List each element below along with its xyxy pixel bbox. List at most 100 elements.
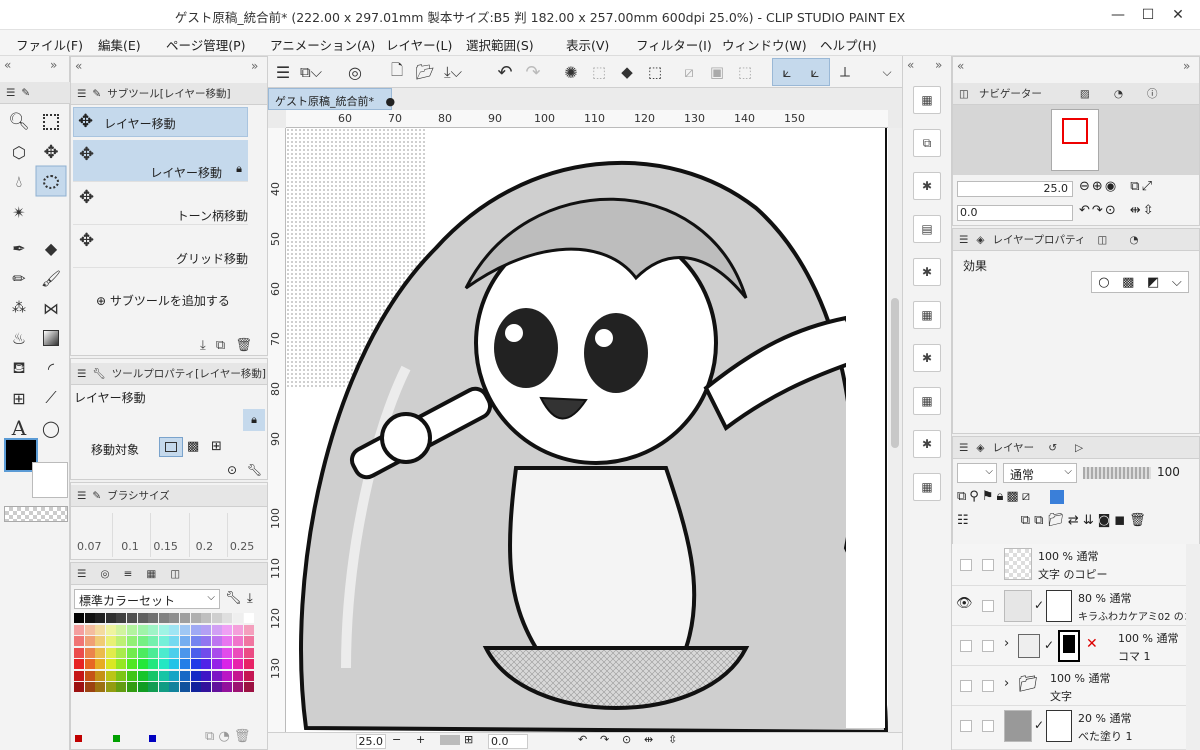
color-swatch[interactable] — [127, 647, 137, 658]
new-folder-icon[interactable]: 📁︎ — [1047, 513, 1068, 528]
color-swatch[interactable] — [190, 659, 201, 669]
color-swatch[interactable] — [116, 636, 127, 646]
color-swatch[interactable] — [116, 682, 127, 692]
menu-help[interactable]: ヘルプ(H) — [820, 35, 877, 54]
brush-size-item[interactable]: 0.25 — [228, 513, 265, 557]
color-swatch[interactable] — [95, 636, 106, 646]
dock-item-material-icon[interactable]: ▦ — [913, 473, 941, 501]
color-swatch[interactable] — [169, 624, 180, 635]
color-swatch[interactable] — [233, 659, 243, 669]
ribbon-icon[interactable]: ⋈ — [36, 294, 66, 322]
color-swatch[interactable] — [105, 659, 116, 669]
color-swatch[interactable] — [137, 647, 148, 658]
color-swatch[interactable] — [180, 682, 190, 692]
menu-lines-icon[interactable]: ☰ — [6, 87, 15, 99]
color-swatch[interactable] — [233, 624, 243, 635]
layer-row[interactable]: › 📁︎ 100 % 通常 文字 — [952, 666, 1200, 706]
dock-item-material-icon[interactable]: ▦ — [913, 86, 941, 114]
fill-selection-icon[interactable]: ◆ — [612, 58, 642, 86]
color-swatch[interactable] — [95, 659, 106, 669]
color-swatch[interactable] — [116, 659, 127, 669]
color-swatch[interactable] — [148, 636, 159, 646]
tool-property-tab[interactable]: ☰ 🔧︎ ツールプロパティ[レイヤー移動] — [71, 363, 267, 385]
menu-lines-icon[interactable]: ☰ — [77, 568, 86, 580]
flip-vertical-icon[interactable]: ⇳ — [1143, 203, 1156, 218]
color-swatch[interactable] — [243, 682, 254, 692]
dock-item-material-icon[interactable]: ⧉ — [913, 129, 941, 157]
transparent-color-swatch[interactable] — [4, 506, 68, 522]
color-swatch[interactable] — [105, 647, 116, 658]
color-swatch[interactable] — [222, 624, 233, 635]
color-swatch[interactable] — [148, 624, 159, 635]
fill-icon[interactable]: ◔ — [218, 729, 229, 744]
color-swatch[interactable] — [233, 670, 243, 681]
color-swatch[interactable] — [180, 624, 190, 635]
layers-tab-label[interactable]: レイヤー — [993, 440, 1035, 455]
color-swatch[interactable] — [74, 682, 84, 692]
color-swatch[interactable] — [95, 613, 106, 623]
color-swatch[interactable] — [127, 659, 137, 669]
collapse-right-icon[interactable]: » — [935, 58, 942, 72]
brush-size-item[interactable]: 0.1 — [113, 513, 152, 557]
lock-toggle[interactable] — [982, 640, 994, 652]
color-swatch[interactable] — [201, 682, 212, 692]
dock-item-material-icon[interactable]: ✱ — [913, 258, 941, 286]
color-swatch[interactable] — [84, 647, 95, 658]
color-swatch[interactable] — [169, 670, 180, 681]
color-swatch[interactable] — [169, 647, 180, 658]
color-swatch-grid[interactable] — [74, 613, 254, 695]
brush-icon[interactable]: 🖌︎ — [36, 264, 66, 292]
pencil-icon[interactable]: ✏ — [4, 264, 34, 292]
show-selection-icon[interactable]: ⬚ — [730, 58, 760, 86]
menu-animation[interactable]: アニメーション(A) — [270, 35, 375, 54]
color-wheel-tab-icon[interactable]: ◎ — [100, 568, 109, 580]
undo-icon[interactable]: ↶ — [490, 58, 520, 86]
collapse-left-icon[interactable]: « — [957, 59, 964, 73]
trash-icon[interactable]: 🗑︎ — [235, 338, 252, 353]
color-swatch[interactable] — [105, 624, 116, 635]
visibility-toggle[interactable] — [960, 680, 972, 692]
color-swatch[interactable] — [190, 670, 201, 681]
color-swatch[interactable] — [158, 624, 169, 635]
move-layer-icon[interactable]: ✥ — [36, 138, 66, 166]
color-swatch[interactable] — [84, 670, 95, 681]
layer-property-tab-label[interactable]: レイヤープロパティ — [993, 232, 1086, 247]
zoom-in-icon[interactable]: + — [416, 733, 425, 746]
close-icon[interactable]: ✕ — [1166, 4, 1190, 26]
color-swatch[interactable] — [169, 636, 180, 646]
color-swatch[interactable] — [190, 647, 201, 658]
merge-icon[interactable]: ⇊ — [1083, 513, 1098, 528]
color-swatch[interactable] — [95, 682, 106, 692]
color-swatch[interactable] — [95, 647, 106, 658]
trash-icon[interactable]: 🗑︎ — [234, 729, 251, 744]
color-swatch[interactable] — [233, 636, 243, 646]
color-swatch[interactable] — [148, 659, 159, 669]
zoom-value[interactable]: 25.0 — [356, 734, 386, 749]
color-swatch[interactable] — [190, 613, 201, 623]
color-swatch[interactable] — [222, 647, 233, 658]
duplicate-icon[interactable]: ⧉ — [216, 338, 225, 353]
fit-screen-icon[interactable]: ⧉ — [1130, 179, 1141, 194]
reference-icon[interactable]: ⚑ — [982, 489, 997, 504]
color-swatch[interactable] — [222, 682, 233, 692]
layer-row[interactable]: ✓ 20 % 通常 べた塗り 1 — [952, 706, 1200, 750]
lasso-icon[interactable] — [36, 168, 66, 196]
color-swatch[interactable] — [222, 636, 233, 646]
color-swatch[interactable] — [169, 682, 180, 692]
magic-wand-icon[interactable]: ✴ — [4, 198, 34, 226]
download-icon[interactable]: ⤓ — [200, 338, 206, 353]
move-target-grid-icon[interactable]: ⊞ — [211, 439, 222, 454]
layer-color-icon[interactable]: ◩ — [1147, 275, 1159, 290]
gradient-icon[interactable] — [36, 324, 66, 352]
lock-toggle[interactable] — [982, 680, 994, 692]
deselect-icon[interactable]: ⧄ — [674, 58, 704, 86]
color-swatch[interactable] — [116, 670, 127, 681]
trash-icon[interactable]: 🗑︎ — [1129, 513, 1150, 528]
color-swatch[interactable] — [190, 624, 201, 635]
color-swatch[interactable] — [243, 613, 254, 623]
layer-row[interactable]: › ✓ ✕ 100 % 通常 コマ 1 — [952, 626, 1200, 666]
new-file-icon[interactable]: 🗋 — [382, 58, 412, 86]
zoom-out-icon[interactable]: − — [392, 733, 401, 746]
blend-mode-select[interactable]: 通常 ⌵ — [1003, 463, 1077, 483]
rotate-left-icon[interactable]: ↶ — [578, 733, 587, 746]
